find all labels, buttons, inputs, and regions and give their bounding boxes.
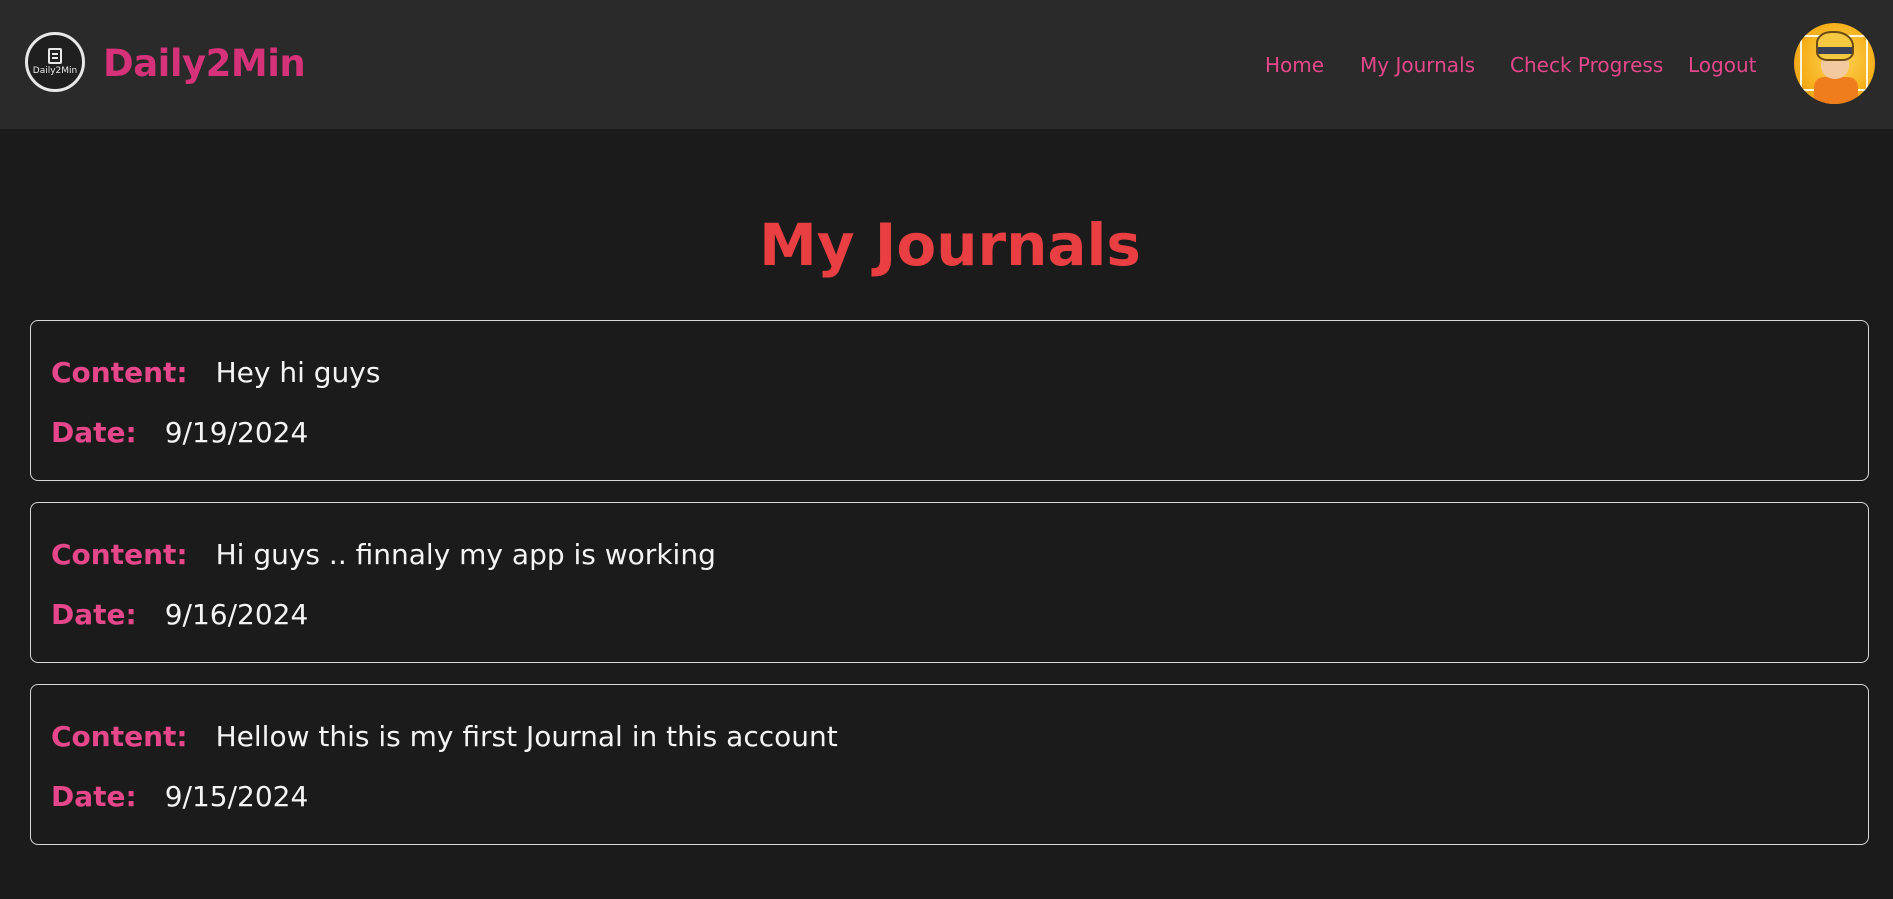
- date-label: Date:: [51, 780, 137, 813]
- navbar: Daily2Min Daily2Min Home My Journals Che…: [0, 0, 1893, 129]
- content-label: Content:: [51, 720, 188, 753]
- journal-card: Content: Hey hi guys Date: 9/19/2024: [30, 320, 1869, 481]
- journal-date-row: Date: 9/19/2024: [51, 413, 308, 453]
- journal-content: Hey hi guys: [215, 356, 381, 389]
- journal-content-row: Content: Hi guys .. finnaly my app is wo…: [51, 535, 716, 575]
- date-label: Date:: [51, 416, 137, 449]
- journal-date-row: Date: 9/15/2024: [51, 777, 308, 817]
- avatar-headband: [1818, 47, 1852, 54]
- journal-date: 9/19/2024: [164, 416, 309, 449]
- journal-date: 9/16/2024: [164, 598, 309, 631]
- journal-content-row: Content: Hey hi guys: [51, 353, 380, 393]
- journal-content-row: Content: Hellow this is my first Journal…: [51, 717, 838, 757]
- journal-content: Hellow this is my first Journal in this …: [215, 720, 838, 753]
- logo-icon[interactable]: Daily2Min: [25, 32, 85, 92]
- nav-link-my-journals[interactable]: My Journals: [1360, 51, 1475, 79]
- date-label: Date:: [51, 598, 137, 631]
- nav-link-logout[interactable]: Logout: [1688, 51, 1756, 79]
- page-title: My Journals: [759, 211, 1141, 279]
- journal-content: Hi guys .. finnaly my app is working: [215, 538, 716, 571]
- journal-card: Content: Hellow this is my first Journal…: [30, 684, 1869, 845]
- journal-date-row: Date: 9/16/2024: [51, 595, 308, 635]
- journal-date: 9/15/2024: [164, 780, 309, 813]
- brand-name[interactable]: Daily2Min: [103, 38, 306, 90]
- logo-text: Daily2Min: [32, 66, 78, 76]
- nav-link-home[interactable]: Home: [1265, 51, 1324, 79]
- content-label: Content:: [51, 356, 188, 389]
- document-icon: [48, 48, 62, 64]
- user-avatar-icon[interactable]: [1794, 23, 1875, 104]
- avatar-hair: [1816, 31, 1854, 61]
- avatar-body: [1814, 77, 1858, 104]
- journal-card: Content: Hi guys .. finnaly my app is wo…: [30, 502, 1869, 663]
- content-label: Content:: [51, 538, 188, 571]
- nav-link-check-progress[interactable]: Check Progress: [1510, 51, 1663, 79]
